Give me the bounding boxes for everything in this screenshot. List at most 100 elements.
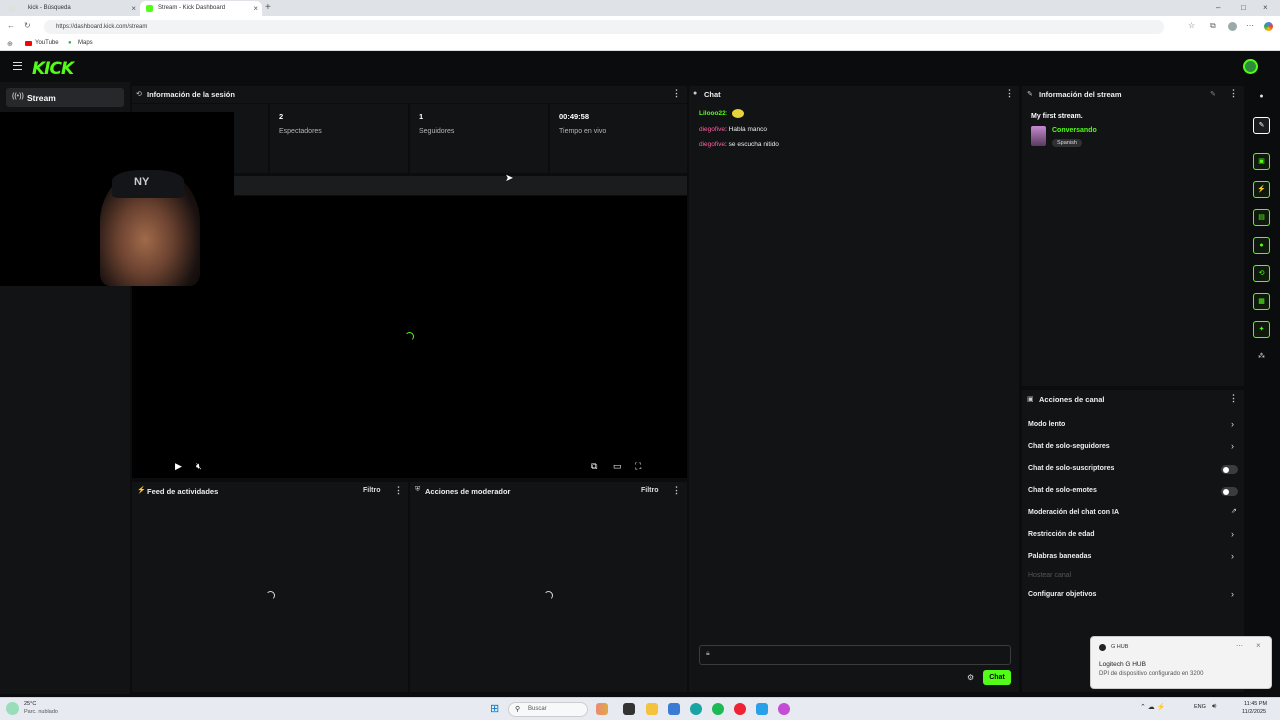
- category-thumbnail[interactable]: [1031, 126, 1046, 146]
- theater-icon[interactable]: ▭: [613, 461, 622, 472]
- close-icon[interactable]: ×: [131, 4, 136, 13]
- hamburger-menu-icon[interactable]: [13, 62, 22, 70]
- chat-username[interactable]: Lilooo22: [699, 110, 726, 117]
- chevron-right-icon[interactable]: ›: [1231, 589, 1234, 599]
- play-icon[interactable]: ▶: [175, 461, 182, 472]
- extensions-icon[interactable]: ⧉: [1210, 21, 1216, 31]
- rail-activity-icon[interactable]: ⚡: [1253, 181, 1270, 198]
- category-link[interactable]: Conversando: [1052, 127, 1097, 134]
- windows-start-icon[interactable]: ⊞: [490, 702, 499, 715]
- sidebar-item-stream[interactable]: ((•)) Stream: [6, 88, 124, 107]
- more-options-icon[interactable]: ⋮: [672, 88, 681, 99]
- rail-more-icon[interactable]: ⁂: [1253, 349, 1270, 366]
- stat-label: Espectadores: [279, 128, 322, 135]
- taskbar-app-icon[interactable]: [596, 703, 608, 715]
- toast-title: Logitech G HUB: [1099, 661, 1146, 668]
- stream-info-panel: ✎ Información del stream ✎ ⋮ My first st…: [1022, 86, 1244, 386]
- task-view-icon[interactable]: [623, 703, 635, 715]
- chevron-right-icon[interactable]: ›: [1231, 551, 1234, 561]
- rail-broadcast-icon[interactable]: ⟲: [1253, 265, 1270, 282]
- mouse-cursor-icon: ➤: [505, 173, 514, 184]
- url-field[interactable]: https://dashboard.kick.com/stream: [44, 20, 1164, 34]
- chevron-right-icon[interactable]: ›: [1231, 441, 1234, 451]
- action-slow-mode[interactable]: Modo lento: [1028, 421, 1065, 428]
- close-icon[interactable]: ×: [1256, 641, 1261, 650]
- rail-channel-icon[interactable]: ▦: [1253, 293, 1270, 310]
- mute-icon[interactable]: 🔇︎: [196, 461, 202, 472]
- taskbar-search[interactable]: ⚲ Buscar: [508, 702, 588, 717]
- browser-tab-active[interactable]: Stream - Kick Dashboard ×: [140, 1, 262, 16]
- search-icon: ⚲: [515, 706, 521, 713]
- rail-tools-icon[interactable]: ✦: [1253, 321, 1270, 338]
- tray-icons[interactable]: ⌃ ☁ ⚡: [1140, 703, 1165, 711]
- more-options-icon[interactable]: ⋮: [672, 485, 681, 496]
- external-link-icon[interactable]: ⇗: [1231, 507, 1237, 515]
- bookmark-youtube[interactable]: YouTube: [35, 40, 59, 46]
- chat-username[interactable]: diegofive: [699, 126, 725, 133]
- browser-tab[interactable]: kick - Búsqueda ×: [0, 1, 140, 16]
- clock-date[interactable]: 11/2/2025: [1242, 709, 1266, 715]
- rail-chat-icon[interactable]: ●: [1253, 237, 1270, 254]
- pip-icon[interactable]: ⧉: [591, 461, 597, 472]
- ghub-icon: [1099, 644, 1106, 651]
- filter-button[interactable]: Filtro: [363, 487, 381, 494]
- user-avatar[interactable]: [1243, 59, 1258, 74]
- more-icon[interactable]: ⋯: [1246, 21, 1254, 30]
- action-configure-goals[interactable]: Configurar objetivos: [1028, 591, 1096, 598]
- more-options-icon[interactable]: ⋮: [1229, 88, 1238, 99]
- pencil-icon[interactable]: ✎: [1210, 90, 1216, 98]
- stat-value: 1: [419, 112, 424, 121]
- close-window-icon[interactable]: ×: [1263, 3, 1268, 12]
- youtube-icon: [25, 41, 32, 46]
- chevron-right-icon[interactable]: ›: [1231, 419, 1234, 429]
- rail-moderator-icon[interactable]: ▤: [1253, 209, 1270, 226]
- settings-gear-icon[interactable]: ⚙: [967, 673, 974, 682]
- emotes-only-toggle[interactable]: [1221, 487, 1238, 496]
- app-red-icon[interactable]: [734, 703, 746, 715]
- rail-info-icon[interactable]: ●: [1253, 89, 1270, 106]
- subscribers-only-toggle[interactable]: [1221, 465, 1238, 474]
- file-explorer-icon[interactable]: [646, 703, 658, 715]
- more-icon[interactable]: ⋯: [1236, 642, 1243, 650]
- notification-toast: G HUB ⋯ × Logitech G HUB DPI de disposit…: [1090, 636, 1272, 689]
- star-icon[interactable]: ☆: [1188, 21, 1195, 30]
- profile-avatar[interactable]: [1228, 22, 1237, 31]
- fullscreen-icon[interactable]: ⛶: [635, 461, 641, 472]
- more-options-icon[interactable]: ⋮: [1229, 393, 1238, 404]
- back-icon[interactable]: ←: [7, 21, 15, 30]
- sidebar-item-label: Stream: [27, 93, 56, 103]
- weather-temp: 25°C: [24, 701, 37, 707]
- edge-icon[interactable]: [690, 703, 702, 715]
- maximize-icon[interactable]: □: [1241, 3, 1246, 12]
- action-age-restriction[interactable]: Restricción de edad: [1028, 531, 1095, 538]
- chat-input[interactable]: 🔒︎: [699, 645, 1011, 665]
- minimize-icon[interactable]: –: [1216, 3, 1220, 12]
- rail-edit-icon[interactable]: ✎: [1253, 117, 1270, 134]
- filter-button[interactable]: Filtro: [641, 487, 659, 494]
- loading-spinner: [266, 591, 275, 600]
- rail-player-icon[interactable]: ▣: [1253, 153, 1270, 170]
- more-options-icon[interactable]: ⋮: [1005, 88, 1014, 99]
- chat-username[interactable]: diegofive: [699, 141, 725, 148]
- chevron-right-icon[interactable]: ›: [1231, 529, 1234, 539]
- chrome-icon[interactable]: [778, 703, 790, 715]
- action-followers-only[interactable]: Chat de solo-seguidores: [1028, 443, 1110, 450]
- app-blue-icon[interactable]: [756, 703, 768, 715]
- chat-send-button[interactable]: Chat: [983, 670, 1011, 685]
- action-banned-words[interactable]: Palabras baneadas: [1028, 553, 1091, 560]
- clock-time[interactable]: 11:45 PM: [1244, 701, 1267, 707]
- action-ai-moderation[interactable]: Moderación del chat con IA: [1028, 509, 1119, 516]
- mail-icon[interactable]: [668, 703, 680, 715]
- session-panel-header: ⟲ Información de la sesión ⋮: [132, 86, 687, 103]
- language-indicator[interactable]: ENG: [1194, 704, 1206, 710]
- close-icon[interactable]: ×: [253, 4, 258, 13]
- volume-icon[interactable]: 🔊︎: [1212, 703, 1216, 711]
- kick-logo[interactable]: KICK: [32, 59, 74, 79]
- copilot-icon[interactable]: [1264, 22, 1273, 31]
- apps-icon[interactable]: ⊕: [7, 40, 13, 48]
- bookmark-maps[interactable]: Maps: [78, 40, 93, 46]
- new-tab-icon[interactable]: +: [265, 2, 271, 13]
- spotify-icon[interactable]: [712, 703, 724, 715]
- more-options-icon[interactable]: ⋮: [394, 485, 403, 496]
- reload-icon[interactable]: ↻: [24, 21, 31, 30]
